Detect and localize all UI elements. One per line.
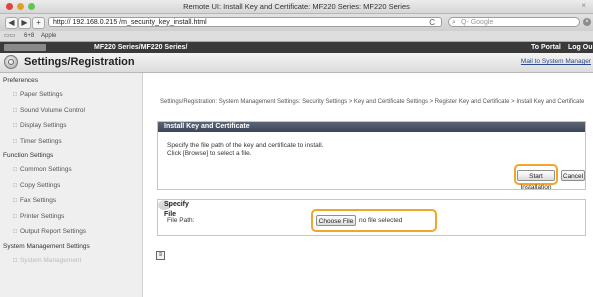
sidebar-item-timer-settings[interactable]: □ Timer Settings — [0, 134, 142, 150]
user-badge — [4, 44, 46, 51]
back-to-top-icon[interactable]: ≡ — [156, 251, 165, 260]
forward-button[interactable]: ▶ — [18, 17, 31, 29]
add-bookmark-button[interactable]: + — [32, 17, 45, 29]
sidebar-item-printer-settings[interactable]: □ Printer Settings — [0, 209, 142, 225]
sidebar: Preferences □ Paper Settings □ Sound Volum… — [0, 73, 143, 297]
sidebar-section-preferences[interactable]: Preferences — [0, 74, 142, 87]
search-placeholder: Q- Google — [461, 19, 494, 26]
sidebar-item-system-management[interactable]: □ System Management — [0, 253, 142, 269]
address-bar[interactable]: http:// 192.168.0.215 /m_security_key_in… — [48, 17, 442, 27]
bookmark-item[interactable]: 6+8 — [24, 31, 34, 41]
logout-link[interactable]: Log Ou — [568, 42, 593, 53]
sidebar-item-label: Output Report Settings — [19, 228, 87, 235]
gear-icon — [4, 55, 18, 69]
sidebar-item-label: Timer Settings — [19, 137, 62, 145]
sidebar-section-function[interactable]: Function Settings — [0, 149, 142, 162]
device-name: MF220 Series/MF220 Series/ — [94, 44, 188, 51]
reading-list-icon[interactable]: ▭▭ — [4, 31, 15, 41]
close-icon[interactable]: × — [581, 1, 586, 10]
instruction-line: Click [Browse] to select a file. — [167, 150, 252, 157]
back-button[interactable]: ◀ — [5, 17, 18, 29]
install-panel-title: Install Key and Certificate — [158, 122, 585, 132]
no-file-selected-text: no file selected — [359, 217, 403, 224]
sidebar-item-label: Copy Settings — [19, 181, 61, 189]
sidebar-item-label: Display Settings — [19, 122, 67, 129]
bullet-icon: □ — [13, 122, 17, 129]
mail-to-system-manager-link[interactable]: Mail to System Manager — [521, 58, 591, 65]
sidebar-item-fax-settings[interactable]: □ Fax Settings — [0, 193, 142, 209]
breadcrumb: Settings/Registration: System Management… — [160, 99, 585, 105]
window-title: Remote UI: Install Key and Certificate: … — [183, 2, 410, 11]
browser-toolbar: ◀ ▶ + http:// 192.168.0.215 /m_security_… — [0, 14, 593, 31]
window-titlebar: Remote UI: Install Key and Certificate: … — [0, 0, 593, 14]
instruction-text: Specify the file path of the key and cer… — [167, 142, 323, 158]
choose-file-button[interactable]: Choose File — [316, 215, 356, 226]
sidebar-item-sound-volume[interactable]: □ Sound Volume Control — [0, 103, 142, 119]
sidebar-item-copy-settings[interactable]: □ Copy Settings — [0, 178, 142, 194]
device-bar: MF220 Series/MF220 Series/ To Portal Log… — [0, 42, 593, 53]
page-title: Settings/Registration — [24, 56, 135, 68]
instruction-line: Specify the file path of the key and cer… — [167, 142, 324, 149]
search-icon: ⌕ — [452, 19, 456, 26]
sidebar-item-display-settings[interactable]: □ Display Settings — [0, 118, 142, 134]
start-installation-button[interactable]: Start Installation — [517, 170, 555, 191]
bullet-icon: □ — [13, 91, 17, 98]
file-path-label: File Path: — [167, 217, 195, 224]
sidebar-item-label: Common Settings — [19, 166, 72, 173]
specify-file-title: Specify File — [158, 200, 189, 218]
bookmarks-bar: ▭▭ 6+8 Apple — [0, 31, 593, 42]
cancel-button[interactable]: Cancel — [561, 170, 585, 181]
reload-icon[interactable]: C — [429, 18, 435, 26]
bullet-icon: □ — [13, 197, 17, 204]
sidebar-item-label: Printer Settings — [19, 212, 65, 220]
sidebar-item-label: System Management — [19, 256, 82, 264]
bullet-icon: □ — [13, 228, 17, 235]
sidebar-item-common-settings[interactable]: □ Common Settings — [0, 162, 142, 178]
portal-link[interactable]: To Portal — [531, 42, 561, 53]
search-input[interactable]: ⌕ Q- Google — [448, 17, 580, 27]
bullet-icon: □ — [13, 137, 17, 145]
sidebar-item-paper-settings[interactable]: □ Paper Settings — [0, 87, 142, 103]
stop-icon[interactable]: × — [583, 18, 591, 26]
bookmark-item[interactable]: Apple — [41, 31, 56, 41]
sidebar-item-output-report-settings[interactable]: □ Output Report Settings — [0, 224, 142, 240]
bullet-icon: □ — [13, 181, 17, 189]
bullet-icon: □ — [13, 212, 17, 220]
bullet-icon: □ — [13, 106, 17, 114]
sidebar-section-system-management[interactable]: System Management Settings — [0, 240, 142, 253]
bullet-icon: □ — [13, 166, 17, 173]
sidebar-item-label: Sound Volume Control — [19, 106, 85, 114]
sidebar-item-label: Fax Settings — [19, 197, 57, 204]
sidebar-item-label: Paper Settings — [19, 91, 63, 98]
page-header: Settings/Registration Mail to System Man… — [0, 53, 593, 73]
bullet-icon: □ — [13, 256, 17, 264]
url-text: http:// 192.168.0.215 /m_security_key_in… — [53, 19, 207, 26]
